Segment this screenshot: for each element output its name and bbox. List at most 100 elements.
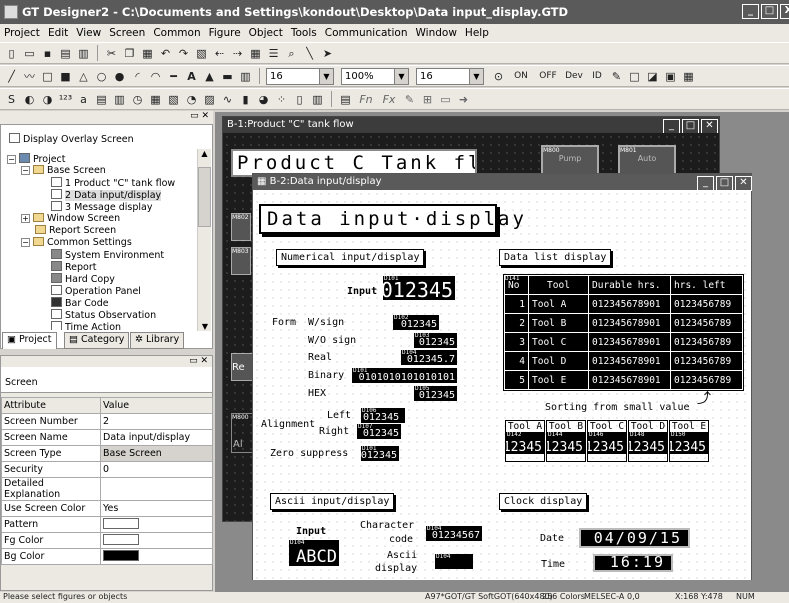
bar-graph-icon[interactable]: ▮: [238, 92, 253, 107]
menu-object[interactable]: Object: [249, 27, 283, 39]
on-button[interactable]: ON: [509, 69, 533, 84]
tree-item-screen-2[interactable]: 2 Data input/display: [51, 189, 162, 201]
tree-item-screen-1[interactable]: 1 Product "C" tank flow: [51, 177, 175, 189]
tag-icon[interactable]: ▭: [438, 92, 453, 107]
scroll-down-icon[interactable]: ▼: [198, 322, 212, 331]
open-icon[interactable]: ▭: [22, 46, 37, 61]
data-list-icon[interactable]: ▤: [94, 92, 109, 107]
copy-icon[interactable]: ❐: [122, 46, 137, 61]
data-change-icon[interactable]: ▥: [310, 92, 325, 107]
tab-category[interactable]: ▤ Category: [64, 332, 130, 349]
tree-item-report[interactable]: Report: [51, 261, 97, 273]
tree-item-common-settings[interactable]: − Common Settings: [21, 237, 132, 248]
b1-minimize-button[interactable]: _: [663, 119, 680, 134]
menu-figure[interactable]: Figure: [209, 27, 241, 39]
text-icon[interactable]: A: [184, 69, 199, 84]
scroll-thumb[interactable]: [198, 167, 211, 227]
pen-color-icon[interactable]: ✎: [609, 69, 624, 84]
zoom-select[interactable]: 100% ▼: [341, 67, 409, 85]
grid-icon[interactable]: ▦: [248, 46, 263, 61]
property-icon[interactable]: ▣: [663, 69, 678, 84]
id-button[interactable]: ID: [588, 69, 606, 84]
b1-close-button[interactable]: ✕: [701, 119, 718, 134]
table-icon[interactable]: ▦: [681, 69, 696, 84]
screen-panel-controls[interactable]: ▭ ✕: [1, 356, 212, 367]
rectangle-icon[interactable]: □: [40, 69, 55, 84]
bitmap-icon[interactable]: ▬: [220, 69, 235, 84]
numeric-display-icon[interactable]: ¹²³: [58, 92, 73, 107]
binoculars-icon[interactable]: ⊞: [420, 92, 435, 107]
select-arrow-icon[interactable]: ➤: [320, 46, 335, 61]
state-icon[interactable]: ⊙: [491, 69, 506, 84]
pattern-swatch[interactable]: [103, 517, 139, 529]
line-icon[interactable]: ╱: [4, 69, 19, 84]
table-row[interactable]: Screen Type Base Screen: [1, 445, 213, 462]
filled-circle-icon[interactable]: ●: [112, 69, 127, 84]
b1-switch-2[interactable]: M803: [231, 247, 251, 275]
copy-screen-icon[interactable]: ▧: [194, 46, 209, 61]
tab-project[interactable]: ▣ Project: [2, 332, 57, 349]
b1-lamp-auto[interactable]: M801 Auto: [618, 145, 676, 175]
forward-icon[interactable]: ⇢: [230, 46, 245, 61]
fill-color-icon[interactable]: ◪: [645, 69, 660, 84]
circle-icon[interactable]: ○: [94, 69, 109, 84]
switch-icon[interactable]: S: [4, 92, 19, 107]
minimize-button[interactable]: _: [742, 4, 759, 19]
lamp2-icon[interactable]: ◑: [40, 92, 55, 107]
back-icon[interactable]: ⇠: [212, 46, 227, 61]
off-button[interactable]: OFF: [536, 69, 560, 84]
b2-minimize-button[interactable]: _: [697, 176, 714, 191]
menu-edit[interactable]: Edit: [48, 27, 68, 39]
tree-item-status-observation[interactable]: Status Observation: [51, 309, 156, 321]
comment-icon[interactable]: ▦: [148, 92, 163, 107]
scroll-up-icon[interactable]: ▲: [198, 149, 211, 163]
tree-item-bar-code[interactable]: Bar Code: [51, 297, 109, 309]
print-icon[interactable]: ▤: [58, 46, 73, 61]
tree-item-operation-panel[interactable]: Operation Panel: [51, 285, 141, 297]
arc-icon[interactable]: ◜: [130, 69, 145, 84]
b1-lamp-pump[interactable]: M800 Pump: [541, 145, 599, 175]
level-icon[interactable]: ▯: [292, 92, 307, 107]
tree-item-base-screen[interactable]: − Base Screen: [21, 165, 106, 176]
menu-help[interactable]: Help: [465, 27, 489, 39]
redo-icon[interactable]: ↷: [176, 46, 191, 61]
alarm-icon[interactable]: ▥: [112, 92, 127, 107]
undo-icon[interactable]: ↶: [158, 46, 173, 61]
menu-screen[interactable]: Screen: [109, 27, 145, 39]
scale-icon[interactable]: ━: [166, 69, 181, 84]
clock-icon[interactable]: ◷: [130, 92, 145, 107]
scatter-icon[interactable]: ⁘: [274, 92, 289, 107]
table-row[interactable]: Screen Number 2: [1, 413, 213, 430]
fn-icon[interactable]: Fn: [356, 92, 376, 107]
b2-maximize-button[interactable]: □: [716, 176, 733, 191]
tree-item-window-screen[interactable]: + Window Screen: [21, 213, 120, 224]
polygon-icon[interactable]: △: [76, 69, 91, 84]
tab-library[interactable]: ✲ Library: [130, 332, 185, 349]
table-row[interactable]: Detailed Explanation: [1, 477, 213, 501]
statistics-icon[interactable]: ◕: [256, 92, 271, 107]
menu-tools[interactable]: Tools: [291, 27, 317, 39]
menu-window[interactable]: Window: [416, 27, 457, 39]
tree-item-hard-copy[interactable]: Hard Copy: [51, 273, 115, 285]
b1-maximize-button[interactable]: □: [682, 119, 699, 134]
list-icon[interactable]: ☰: [266, 46, 281, 61]
menu-view[interactable]: View: [76, 27, 101, 39]
tree-item-screen-3[interactable]: 3 Message display: [51, 201, 152, 213]
tree-item-system-environment[interactable]: System Environment: [51, 249, 164, 261]
paste-icon[interactable]: ▦: [140, 46, 155, 61]
line-width-select[interactable]: 16 ▼: [266, 67, 334, 85]
fx-icon[interactable]: Fx: [379, 92, 399, 107]
menu-common[interactable]: Common: [153, 27, 200, 39]
magnify-icon[interactable]: ⌕: [284, 46, 299, 61]
table-row[interactable]: Bg Color: [1, 548, 213, 565]
close-button[interactable]: X: [780, 4, 789, 19]
overlay-checkbox[interactable]: Display Overlay Screen: [9, 133, 134, 145]
trend-icon[interactable]: ∿: [220, 92, 235, 107]
table-row[interactable]: Fg Color: [1, 532, 213, 549]
sector-icon[interactable]: ◠: [148, 69, 163, 84]
polyline-icon[interactable]: 〰: [22, 69, 37, 84]
b1-reset-button[interactable]: Re: [231, 353, 253, 381]
cut-icon[interactable]: ✂: [104, 46, 119, 61]
ascii-display-icon[interactable]: a: [76, 92, 91, 107]
b1-switch-1[interactable]: M802: [231, 213, 251, 241]
